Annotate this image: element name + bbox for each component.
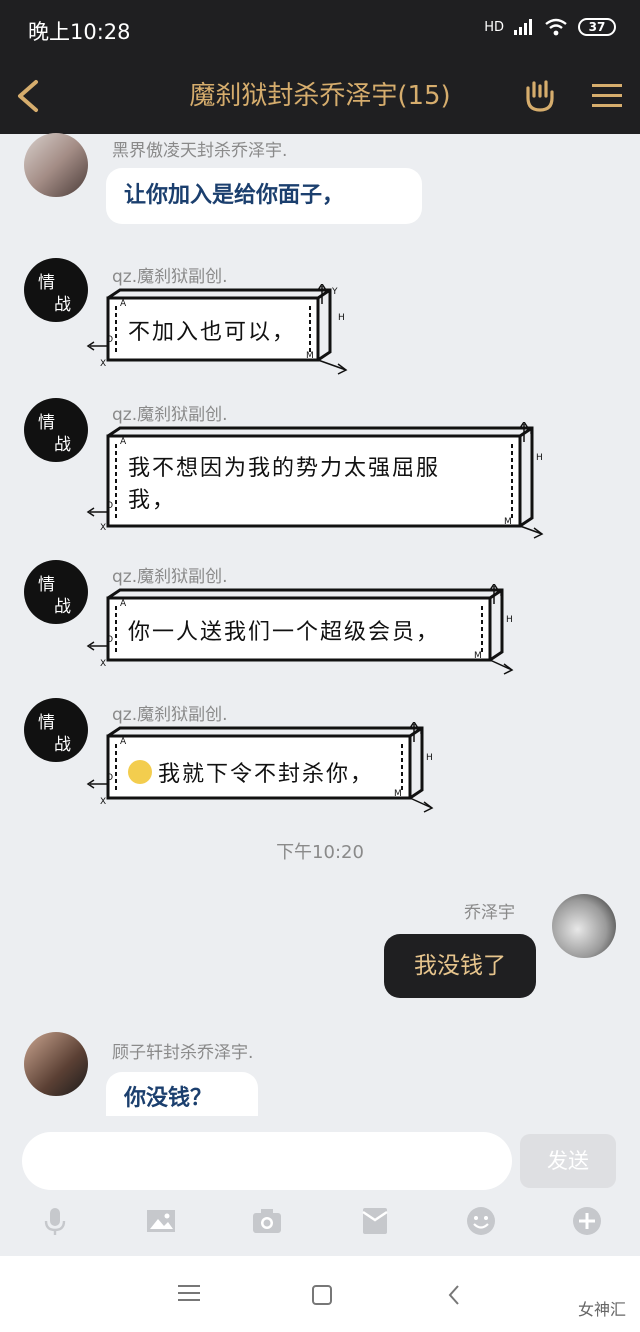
box-label-a: A <box>120 599 127 609</box>
battery-icon: 37 <box>578 18 616 36</box>
box-label-x: X <box>100 523 106 533</box>
avatar-text: 战 <box>54 295 71 315</box>
box-label-a: A <box>120 437 127 447</box>
status-icons: HD 37 <box>484 18 616 36</box>
emoji-icon[interactable] <box>466 1206 496 1236</box>
status-bar: 晚上10:28 HD 37 <box>0 0 640 62</box>
sender-name: 乔泽宇 <box>464 903 515 923</box>
box-label-a: A <box>120 299 127 309</box>
avatar[interactable]: 情 战 <box>24 560 88 624</box>
message-text: 不加入也可以， <box>128 320 297 345</box>
sender-name: 黑界傲凌天封杀乔泽宇. <box>112 141 288 161</box>
home-icon[interactable] <box>311 1284 333 1306</box>
message-text: 让你加入是给你面子， <box>124 183 345 208</box>
mic-icon[interactable] <box>40 1206 70 1236</box>
box-label-o: O <box>106 335 113 345</box>
signal-icon <box>514 19 532 35</box>
avatar[interactable] <box>24 1032 88 1096</box>
avatar-text: 情 <box>38 413 55 433</box>
avatar-text: 情 <box>38 273 55 293</box>
box-label-m: M <box>474 651 482 661</box>
message-text: 你一人送我们一个超级会员， <box>128 620 441 645</box>
message-bubble-self[interactable]: 我没钱了 <box>384 934 536 998</box>
box-label-y: Y <box>417 727 424 737</box>
network-label: HD <box>484 19 504 35</box>
back-arrow-icon[interactable] <box>10 76 46 116</box>
send-button[interactable]: 发送 <box>520 1134 616 1188</box>
box-label-x: X <box>100 359 106 369</box>
avatar-text: 战 <box>54 735 71 755</box>
red-packet-icon[interactable] <box>360 1206 390 1236</box>
box-label-y: Y <box>527 427 534 437</box>
message-input[interactable] <box>22 1132 512 1190</box>
box-label-h: H <box>338 313 345 323</box>
box-label-m: M <box>394 789 402 799</box>
avatar[interactable] <box>24 133 88 197</box>
image-icon[interactable] <box>146 1206 176 1236</box>
plus-icon[interactable] <box>572 1206 602 1236</box>
hand-gesture-icon[interactable] <box>522 78 558 114</box>
box-label-m: M <box>504 517 512 527</box>
avatar-text: 战 <box>54 435 71 455</box>
box-label-a: A <box>120 737 127 747</box>
message-text: 你没钱？ <box>124 1086 213 1111</box>
menu-icon[interactable] <box>592 82 622 110</box>
message-text: 我没钱了 <box>414 953 506 979</box>
avatar[interactable] <box>552 894 616 958</box>
message-bubble[interactable]: 你没钱？ <box>106 1072 258 1122</box>
box-label-x: X <box>100 659 106 669</box>
time-separator: 下午10:20 <box>276 842 364 863</box>
message-text: 我不想因为我的势力太强屈服 <box>128 456 441 481</box>
box-label-o: O <box>106 635 113 645</box>
box-label-o: O <box>106 773 113 783</box>
wifi-icon <box>545 18 567 36</box>
box-label-h: H <box>536 453 543 463</box>
nav-back-icon[interactable] <box>446 1284 462 1306</box>
message-bubble[interactable]: 让你加入是给你面子， <box>106 168 422 224</box>
sender-name: 顾子轩封杀乔泽宇. <box>112 1043 254 1063</box>
avatar[interactable]: 情 战 <box>24 258 88 322</box>
box-label-m: M <box>306 351 314 361</box>
recent-apps-icon[interactable] <box>178 1284 200 1302</box>
chat-header: 魔刹狱封杀乔泽宇(15) <box>0 62 640 134</box>
emoji-icon <box>128 760 152 784</box>
message-text: 我， <box>128 488 177 513</box>
box-label-x: X <box>100 797 106 807</box>
avatar-text: 战 <box>54 597 71 617</box>
box-label-o: O <box>106 501 113 511</box>
box-label-h: H <box>506 615 513 625</box>
box-label-h: H <box>426 753 433 763</box>
avatar-text: 情 <box>38 713 55 733</box>
camera-icon[interactable] <box>252 1206 282 1236</box>
message-text: 我就下令不封杀你， <box>158 762 375 787</box>
avatar[interactable]: 情 战 <box>24 698 88 762</box>
system-nav-bar <box>0 1256 640 1332</box>
watermark: 女神汇 <box>577 1300 626 1319</box>
status-time: 晚上10:28 <box>28 20 131 44</box>
box-label-y: Y <box>331 287 338 297</box>
avatar[interactable]: 情 战 <box>24 398 88 462</box>
box-label-y: Y <box>497 589 504 599</box>
avatar-text: 情 <box>38 575 55 595</box>
